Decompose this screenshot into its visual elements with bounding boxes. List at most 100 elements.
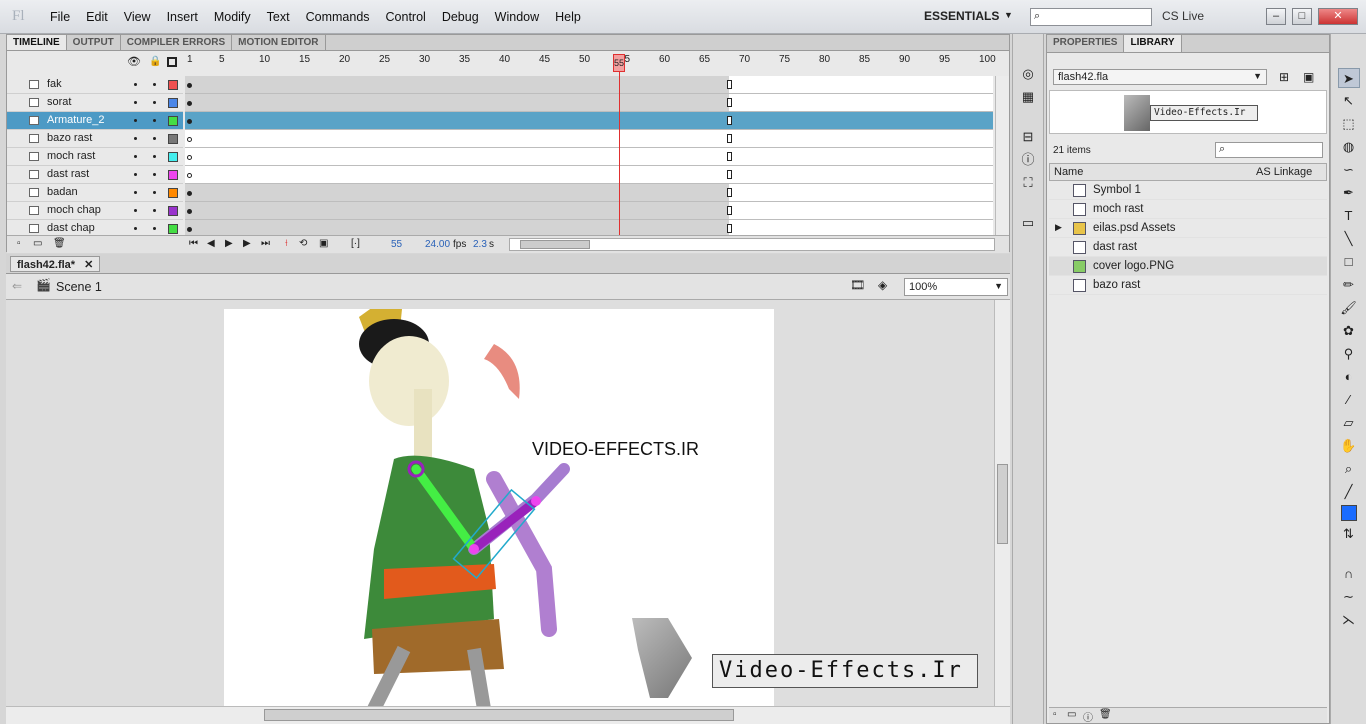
stage-hscroll[interactable] bbox=[6, 706, 1010, 724]
close-button[interactable]: ✕ bbox=[1318, 8, 1358, 25]
frame-row[interactable] bbox=[185, 202, 993, 220]
color-icon[interactable]: ◎ bbox=[1017, 64, 1039, 84]
layer-color-swatch[interactable] bbox=[168, 134, 178, 144]
fps-value[interactable]: 24.00 bbox=[425, 239, 450, 250]
layer-row[interactable]: badan bbox=[7, 184, 183, 202]
transform-icon[interactable]: ⛶ bbox=[1017, 173, 1039, 193]
end-keyframe[interactable] bbox=[727, 170, 732, 179]
library-item[interactable]: moch rast bbox=[1049, 200, 1327, 219]
layer-color-swatch[interactable] bbox=[168, 170, 178, 180]
visibility-dot[interactable] bbox=[134, 173, 137, 176]
frame-row[interactable] bbox=[185, 184, 993, 202]
end-keyframe[interactable] bbox=[727, 80, 732, 89]
outline-icon[interactable] bbox=[167, 57, 177, 67]
frame-row[interactable] bbox=[185, 148, 993, 166]
visibility-dot[interactable] bbox=[134, 137, 137, 140]
layer-row[interactable]: sorat bbox=[7, 94, 183, 112]
keyframe[interactable] bbox=[187, 227, 192, 232]
end-keyframe[interactable] bbox=[727, 224, 732, 233]
keyframe[interactable] bbox=[187, 173, 192, 178]
library-item[interactable]: ▶ eilas.psd Assets bbox=[1049, 219, 1327, 238]
timeline-hscroll[interactable] bbox=[509, 238, 995, 251]
end-keyframe[interactable] bbox=[727, 116, 732, 125]
layer-name[interactable]: dast chap bbox=[47, 222, 95, 234]
back-arrow-icon[interactable]: ⇐ bbox=[12, 279, 22, 293]
delete-item-icon[interactable]: 🗑 bbox=[1099, 709, 1112, 720]
frame-grid[interactable] bbox=[185, 76, 993, 238]
playhead[interactable] bbox=[619, 54, 620, 238]
new-layer-icon[interactable]: ▫ bbox=[17, 238, 21, 249]
new-folder-icon[interactable]: ▭ bbox=[33, 238, 42, 249]
brush-tool-icon[interactable]: 🖌 bbox=[1338, 298, 1360, 318]
tab-library[interactable]: LIBRARY bbox=[1124, 35, 1182, 52]
frame-row[interactable] bbox=[185, 112, 993, 130]
stage[interactable]: VIDEO-EFFECTS.IR bbox=[224, 309, 774, 706]
keyframe[interactable] bbox=[187, 83, 192, 88]
swap-colors-icon[interactable]: ⇅ bbox=[1338, 524, 1360, 544]
keyframe[interactable] bbox=[187, 101, 192, 106]
cs-live-button[interactable]: CS Live bbox=[1162, 9, 1204, 23]
menu-file[interactable]: File bbox=[42, 10, 78, 24]
menu-text[interactable]: Text bbox=[259, 10, 298, 24]
layer-row[interactable]: moch rast bbox=[7, 148, 183, 166]
keyframe[interactable] bbox=[187, 155, 192, 160]
onion-skin-icon[interactable]: ▣ bbox=[319, 238, 328, 249]
text-tool-icon[interactable]: T bbox=[1338, 206, 1360, 226]
layer-name[interactable]: Armature_2 bbox=[47, 114, 104, 126]
end-keyframe[interactable] bbox=[727, 188, 732, 197]
end-keyframe[interactable] bbox=[727, 134, 732, 143]
current-frame-value[interactable]: 55 bbox=[391, 239, 402, 250]
library-search-input[interactable]: ⌕ bbox=[1215, 142, 1323, 158]
delete-layer-icon[interactable]: 🗑 bbox=[53, 238, 66, 249]
character-illustration[interactable] bbox=[224, 309, 774, 706]
help-search-input[interactable]: ⌕ bbox=[1030, 8, 1152, 26]
stage-hscroll-thumb[interactable] bbox=[264, 709, 734, 721]
tab-compiler-errors[interactable]: COMPILER ERRORS bbox=[121, 35, 233, 50]
new-library-panel-icon[interactable]: ▣ bbox=[1303, 70, 1314, 84]
zoom-select[interactable]: 100% ▼ bbox=[904, 278, 1008, 296]
free-transform-tool-icon[interactable]: ⬚ bbox=[1338, 114, 1360, 134]
menu-window[interactable]: Window bbox=[487, 10, 547, 24]
new-symbol-icon[interactable]: ▫ bbox=[1053, 709, 1057, 720]
center-frame-icon[interactable]: ⟊ bbox=[285, 238, 288, 249]
lock-dot[interactable] bbox=[153, 119, 156, 122]
col-name[interactable]: Name bbox=[1054, 166, 1083, 178]
expand-icon[interactable]: ▶ bbox=[1055, 222, 1062, 233]
pencil-tool-icon[interactable]: ✏ bbox=[1338, 275, 1360, 295]
end-keyframe[interactable] bbox=[727, 206, 732, 215]
visibility-dot[interactable] bbox=[134, 101, 137, 104]
layer-color-swatch[interactable] bbox=[168, 116, 178, 126]
layer-row[interactable]: bazo rast bbox=[7, 130, 183, 148]
visibility-dot[interactable] bbox=[134, 227, 137, 230]
layer-name[interactable]: dast rast bbox=[47, 168, 89, 180]
tab-timeline[interactable]: TIMELINE bbox=[7, 35, 67, 50]
edit-symbols-icon[interactable]: ◈ bbox=[878, 278, 887, 292]
layer-row[interactable]: dast rast bbox=[7, 166, 183, 184]
keyframe[interactable] bbox=[187, 191, 192, 196]
snap-icon[interactable]: ∩ bbox=[1338, 564, 1360, 584]
new-library-folder-icon[interactable]: ▭ bbox=[1067, 709, 1076, 720]
edit-markers-icon[interactable]: [·] bbox=[351, 238, 360, 249]
swatches-icon[interactable]: ▦ bbox=[1017, 87, 1039, 107]
loop-icon[interactable]: ⟲ bbox=[299, 238, 307, 249]
maximize-button[interactable]: □ bbox=[1292, 8, 1312, 25]
menu-commands[interactable]: Commands bbox=[298, 10, 378, 24]
visibility-dot[interactable] bbox=[134, 209, 137, 212]
scene-label[interactable]: Scene 1 bbox=[56, 280, 102, 294]
library-file-select[interactable]: flash42.fla ▼ bbox=[1053, 69, 1267, 85]
frame-row[interactable] bbox=[185, 94, 993, 112]
lock-dot[interactable] bbox=[153, 101, 156, 104]
rectangle-tool-icon[interactable]: □ bbox=[1338, 252, 1360, 272]
eraser-tool-icon[interactable]: ▱ bbox=[1338, 413, 1360, 433]
layer-color-swatch[interactable] bbox=[168, 206, 178, 216]
menu-view[interactable]: View bbox=[116, 10, 159, 24]
pin-library-icon[interactable]: ⊞ bbox=[1279, 70, 1289, 84]
timeline-vscroll[interactable] bbox=[995, 76, 1009, 238]
workspace-switcher[interactable]: ESSENTIALS bbox=[924, 9, 999, 23]
line-tool-icon[interactable]: ╲ bbox=[1338, 229, 1360, 249]
layer-row[interactable]: moch chap bbox=[7, 202, 183, 220]
frame-row[interactable] bbox=[185, 130, 993, 148]
stage-vscroll[interactable] bbox=[994, 300, 1010, 706]
tab-output[interactable]: OUTPUT bbox=[67, 35, 121, 50]
components-icon[interactable]: ▭ bbox=[1017, 213, 1039, 233]
